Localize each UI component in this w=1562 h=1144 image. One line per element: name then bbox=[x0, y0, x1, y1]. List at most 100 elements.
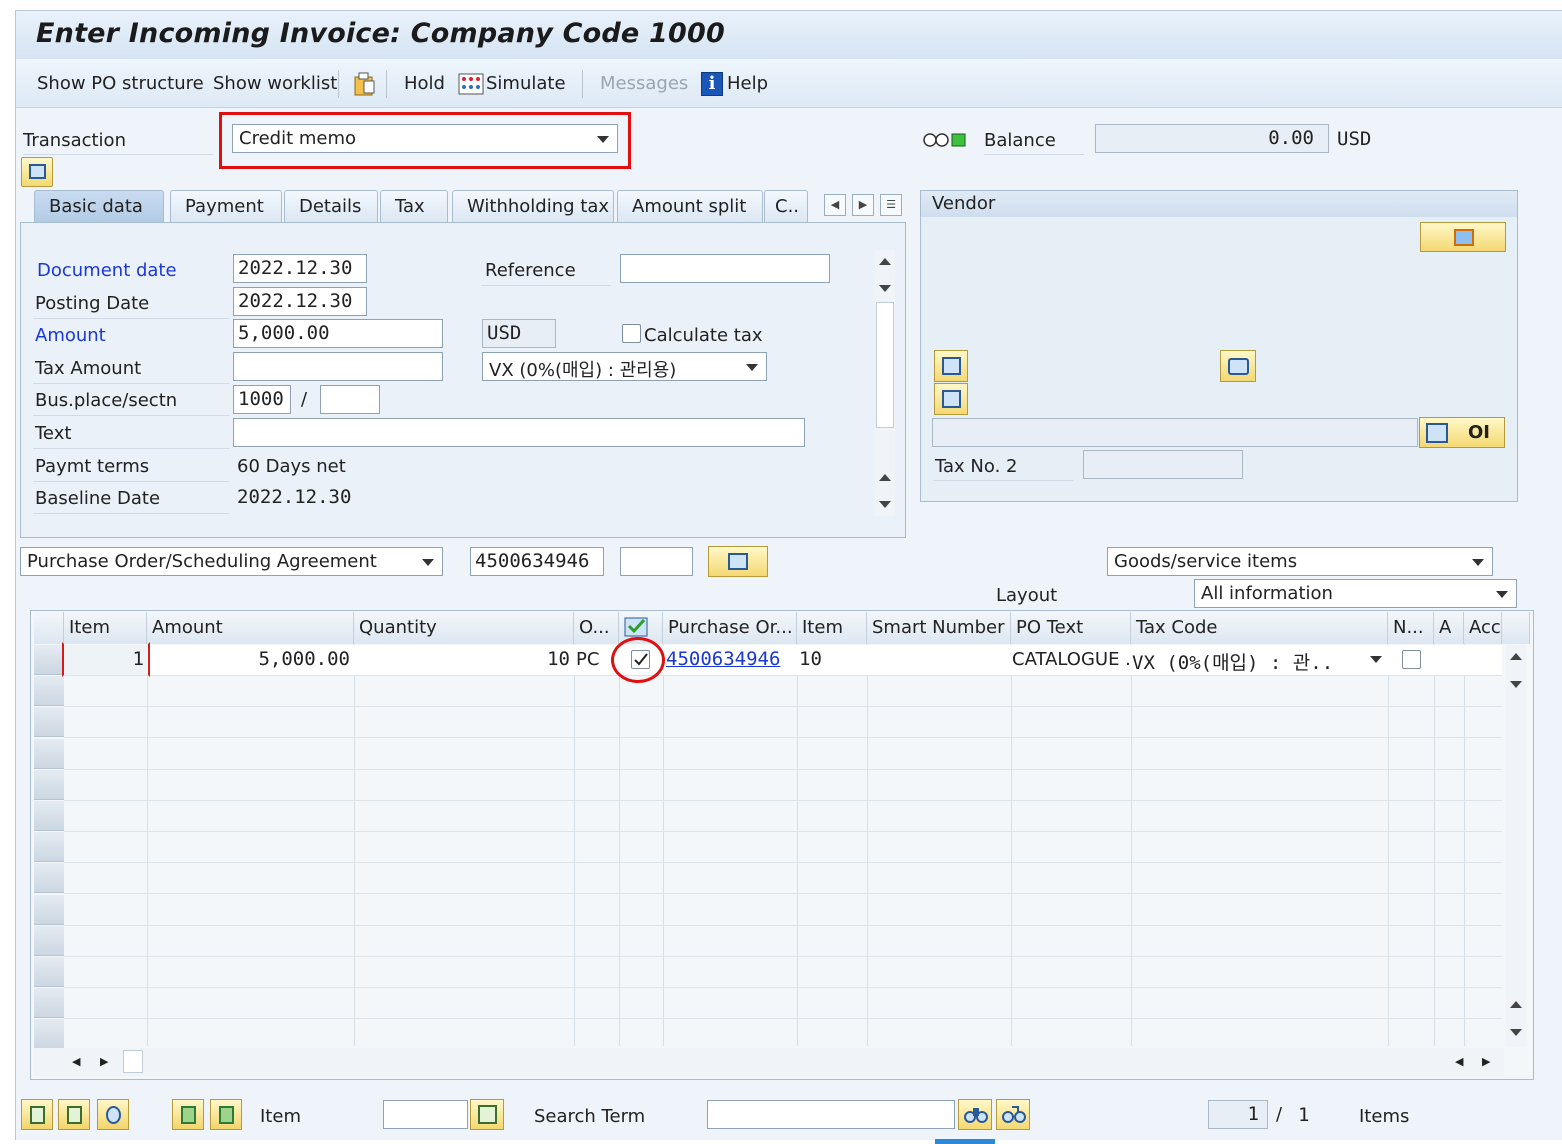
tab-more[interactable]: C.. bbox=[764, 190, 808, 222]
hold-button[interactable]: Hold bbox=[404, 73, 445, 94]
item-view-dropdown[interactable]: Goods/service items bbox=[1107, 547, 1493, 576]
search-term-field[interactable] bbox=[707, 1100, 955, 1129]
row-tax-code[interactable]: VX (0%(매입) : 관.. bbox=[1132, 648, 1362, 675]
column-header-amount[interactable]: Amount bbox=[147, 612, 354, 644]
row-n-checkbox[interactable] bbox=[1402, 650, 1421, 669]
row-selector[interactable] bbox=[34, 1019, 64, 1050]
column-header-po-text[interactable]: PO Text bbox=[1011, 612, 1131, 644]
row-selector[interactable] bbox=[34, 738, 64, 769]
vendor-balance-button[interactable] bbox=[1220, 350, 1256, 382]
open-items-button[interactable]: OI bbox=[1419, 417, 1505, 448]
posting-date-field[interactable]: 2022.12.30 bbox=[233, 287, 367, 316]
scroll-up-icon[interactable] bbox=[1510, 653, 1522, 660]
column-header-order-unit[interactable]: O... bbox=[574, 612, 619, 644]
scroll-down-icon[interactable] bbox=[879, 501, 891, 508]
document-date-field[interactable]: 2022.12.30 bbox=[233, 254, 367, 283]
row-selector[interactable] bbox=[34, 676, 64, 707]
header-expand-button[interactable] bbox=[21, 157, 53, 187]
tab-withholding-tax[interactable]: Withholding tax bbox=[452, 190, 614, 222]
scroll-left-icon[interactable]: ◀ bbox=[72, 1055, 80, 1068]
column-header-purchase-order[interactable]: Purchase Or... bbox=[663, 612, 797, 644]
row-po-number-link[interactable]: 4500634946 bbox=[666, 648, 780, 670]
tab-payment[interactable]: Payment bbox=[170, 190, 282, 222]
tax-code-dropdown[interactable]: VX (0%(매입) : 관리용) bbox=[482, 352, 767, 381]
row-selector[interactable] bbox=[34, 863, 64, 894]
column-header-tax-code[interactable]: Tax Code bbox=[1131, 612, 1388, 644]
clipboard-icon[interactable] bbox=[352, 71, 376, 97]
po-number-field[interactable]: 4500634946 bbox=[470, 547, 604, 576]
row-selector[interactable] bbox=[34, 707, 64, 738]
scroll-up-icon[interactable] bbox=[1510, 1001, 1522, 1008]
row-selector[interactable] bbox=[34, 894, 64, 925]
column-header-item[interactable]: Item bbox=[64, 612, 147, 644]
page-current-field[interactable]: 1 bbox=[1208, 1100, 1268, 1129]
amount-field[interactable]: 5,000.00 bbox=[233, 319, 443, 348]
reference-transfer-button[interactable] bbox=[708, 546, 768, 577]
row-selector[interactable] bbox=[34, 769, 64, 800]
column-header-n[interactable]: N... bbox=[1388, 612, 1434, 644]
tab-amount-split[interactable]: Amount split bbox=[617, 190, 763, 222]
scroll-up-icon[interactable] bbox=[879, 474, 891, 481]
scroll-down-icon[interactable] bbox=[879, 285, 891, 292]
row-selector[interactable] bbox=[34, 925, 64, 956]
find-button[interactable] bbox=[958, 1099, 992, 1130]
tab-list-button[interactable]: ☰ bbox=[880, 194, 902, 216]
grid-vertical-scrollbar[interactable] bbox=[1506, 645, 1526, 1047]
text-field[interactable] bbox=[233, 418, 805, 447]
item-search-field[interactable] bbox=[383, 1100, 468, 1129]
row-item[interactable]: 1 bbox=[64, 648, 144, 670]
select-all-header[interactable] bbox=[34, 612, 64, 644]
tax-no2-field[interactable] bbox=[1083, 450, 1243, 479]
messages-button[interactable]: Messages bbox=[600, 73, 688, 94]
goto-item-button[interactable] bbox=[470, 1099, 504, 1130]
help-button[interactable]: Help bbox=[727, 73, 768, 94]
calculate-tax-checkbox[interactable] bbox=[622, 324, 641, 343]
vendor-change-button[interactable] bbox=[1420, 222, 1506, 252]
show-worklist-button[interactable]: Show worklist bbox=[213, 73, 337, 94]
insert-row-button[interactable] bbox=[172, 1099, 204, 1130]
h-scroll-thumb[interactable] bbox=[123, 1050, 143, 1073]
scroll-down-icon[interactable] bbox=[1510, 681, 1522, 688]
grid-horizontal-scrollbar[interactable] bbox=[34, 1048, 1504, 1076]
row-selector[interactable] bbox=[34, 957, 64, 987]
currency-field[interactable]: USD bbox=[482, 319, 556, 348]
find-next-button[interactable] bbox=[996, 1099, 1030, 1130]
tab-next-button[interactable]: ▶ bbox=[852, 194, 874, 216]
column-header-a[interactable]: A bbox=[1434, 612, 1464, 644]
column-settings-header[interactable] bbox=[1502, 612, 1530, 644]
scroll-right-icon[interactable]: ▶ bbox=[100, 1055, 108, 1068]
column-header-quantity[interactable]: Quantity bbox=[354, 612, 574, 644]
reference-doc-type-dropdown[interactable]: Purchase Order/Scheduling Agreement bbox=[20, 547, 443, 576]
simulate-button[interactable]: Simulate bbox=[486, 73, 566, 94]
row-selector[interactable] bbox=[34, 832, 64, 863]
delete-row-button[interactable] bbox=[210, 1099, 242, 1130]
tab-tax[interactable]: Tax bbox=[380, 190, 448, 222]
chevron-down-icon[interactable] bbox=[1370, 656, 1382, 663]
row-selector[interactable] bbox=[34, 988, 64, 1019]
info-icon[interactable]: i bbox=[701, 72, 723, 96]
scroll-down-icon[interactable] bbox=[1510, 1029, 1522, 1036]
vendor-bank-button[interactable] bbox=[934, 383, 968, 415]
column-header-acc[interactable]: Acc bbox=[1464, 612, 1502, 644]
row-selector[interactable] bbox=[34, 645, 64, 675]
select-all-button[interactable] bbox=[21, 1099, 53, 1130]
tab-basic-data[interactable]: Basic data bbox=[34, 190, 164, 222]
bus-place-field[interactable]: 1000 bbox=[233, 385, 291, 414]
po-item-field[interactable] bbox=[620, 547, 693, 576]
show-po-structure-button[interactable]: Show PO structure bbox=[37, 73, 204, 94]
layout-dropdown[interactable]: All information bbox=[1194, 579, 1517, 608]
row-amount[interactable]: 5,000.00 bbox=[147, 648, 350, 670]
scroll-left-icon[interactable]: ◀ bbox=[1455, 1055, 1463, 1068]
tab-prev-button[interactable]: ◀ bbox=[824, 194, 846, 216]
row-quantity[interactable]: 10 bbox=[354, 648, 570, 670]
column-header-po-item[interactable]: Item bbox=[797, 612, 867, 644]
row-selector[interactable] bbox=[34, 801, 64, 831]
refresh-button[interactable] bbox=[97, 1099, 129, 1130]
scroll-right-icon[interactable]: ▶ bbox=[1482, 1055, 1490, 1068]
scroll-up-icon[interactable] bbox=[879, 258, 891, 265]
scroll-thumb[interactable] bbox=[876, 302, 894, 428]
simulate-icon[interactable] bbox=[458, 72, 484, 96]
column-header-smart-number[interactable]: Smart Number bbox=[867, 612, 1011, 644]
deselect-all-button[interactable] bbox=[58, 1099, 90, 1130]
reference-field[interactable] bbox=[620, 254, 830, 283]
